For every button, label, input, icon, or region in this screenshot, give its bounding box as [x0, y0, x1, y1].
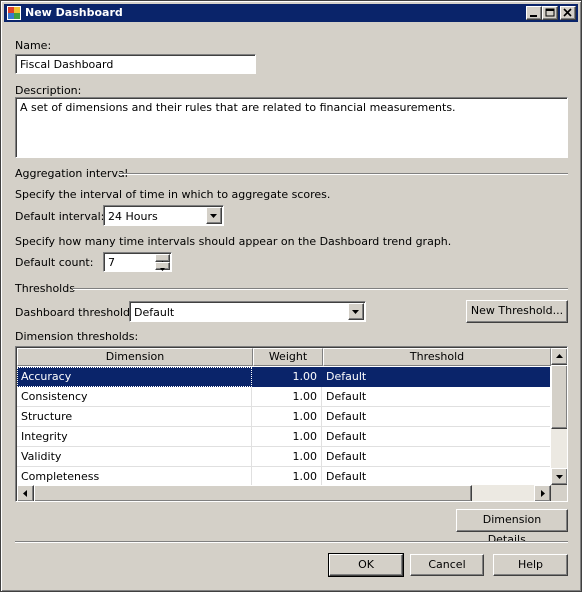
column-header-weight[interactable]: Weight: [253, 348, 323, 366]
interval-hint: Specify the interval of time in which to…: [15, 188, 331, 201]
scroll-right-button[interactable]: [534, 485, 551, 501]
chevron-down-icon: [210, 214, 217, 218]
dashboard-threshold-combo[interactable]: Default: [129, 301, 366, 322]
vertical-scroll-thumb[interactable]: [551, 365, 567, 429]
cell-dimension: Consistency: [17, 387, 252, 407]
dimension-details-button[interactable]: Dimension Details...: [456, 509, 568, 546]
thresholds-divider: [73, 288, 568, 290]
cell-dimension: Integrity: [17, 427, 252, 447]
new-dashboard-dialog: New Dashboard Name: Fiscal Dashboard Des…: [0, 0, 582, 592]
description-field[interactable]: A set of dimensions and their rules that…: [15, 97, 568, 158]
table-row[interactable]: Structure 1.00 Default: [17, 407, 550, 427]
new-threshold-button[interactable]: New Threshold...: [466, 300, 568, 323]
table-row[interactable]: Completeness 1.00 Default: [17, 467, 550, 487]
arrow-down-icon: [160, 268, 165, 271]
count-spinner[interactable]: 7: [103, 252, 172, 272]
aggregation-divider: [119, 173, 568, 175]
table-row[interactable]: Consistency 1.00 Default: [17, 387, 550, 407]
interval-value: 24 Hours: [108, 210, 158, 223]
name-label: Name:: [15, 39, 52, 52]
cell-dimension: Structure: [17, 407, 252, 427]
help-button[interactable]: Help: [493, 554, 568, 576]
chevron-down-icon: [352, 310, 359, 314]
count-label: Default count:: [15, 256, 94, 269]
window-title: New Dashboard: [25, 6, 123, 19]
table-row[interactable]: Accuracy 1.00 Default: [17, 367, 550, 387]
dashboard-threshold-dropdown-button[interactable]: [348, 303, 364, 320]
spin-up-button[interactable]: [155, 254, 170, 264]
description-label: Description:: [15, 84, 82, 97]
cell-weight: 1.00: [252, 367, 322, 387]
ok-button[interactable]: OK: [328, 553, 404, 577]
cancel-button[interactable]: Cancel: [410, 554, 484, 576]
description-value: A set of dimensions and their rules that…: [20, 101, 456, 114]
dimension-thresholds-label: Dimension thresholds:: [15, 330, 139, 343]
table-row[interactable]: Validity 1.00 Default: [17, 447, 550, 467]
cell-weight: 1.00: [252, 387, 322, 407]
bottom-divider: [15, 541, 568, 543]
name-value: Fiscal Dashboard: [20, 58, 114, 71]
grid-body: Dimension Weight Threshold Accuracy 1.00…: [17, 348, 567, 501]
table-row[interactable]: Integrity 1.00 Default: [17, 427, 550, 447]
app-icon: [7, 6, 21, 20]
cell-threshold: Default: [322, 407, 550, 427]
maximize-button[interactable]: [542, 6, 558, 20]
cell-weight: 1.00: [252, 407, 322, 427]
cell-threshold: Default: [322, 367, 550, 387]
cell-threshold: Default: [322, 427, 550, 447]
column-header-dimension[interactable]: Dimension: [17, 348, 253, 366]
cell-threshold: Default: [322, 467, 550, 487]
cell-weight: 1.00: [252, 427, 322, 447]
column-header-threshold[interactable]: Threshold: [323, 348, 551, 366]
close-button[interactable]: [560, 6, 576, 20]
scroll-down-button[interactable]: [551, 468, 567, 485]
dashboard-threshold-value: Default: [134, 306, 175, 319]
spin-down-button[interactable]: [155, 262, 170, 271]
dimension-thresholds-grid[interactable]: Dimension Weight Threshold Accuracy 1.00…: [15, 346, 568, 502]
horizontal-scroll-thumb[interactable]: [34, 485, 472, 501]
scroll-up-button[interactable]: [551, 348, 567, 365]
arrow-right-icon: [541, 490, 545, 497]
scroll-corner: [551, 485, 567, 501]
name-field[interactable]: Fiscal Dashboard: [15, 54, 256, 74]
interval-dropdown-button[interactable]: [206, 207, 222, 224]
cell-dimension: Validity: [17, 447, 252, 467]
count-value: 7: [108, 256, 115, 269]
minimize-button[interactable]: [526, 6, 542, 20]
aggregation-group-label: Aggregation interval: [15, 167, 128, 180]
cell-weight: 1.00: [252, 447, 322, 467]
cell-dimension: Accuracy: [17, 367, 252, 387]
dashboard-threshold-label: Dashboard threshold:: [15, 306, 134, 319]
cell-weight: 1.00: [252, 467, 322, 487]
thresholds-group-label: Thresholds: [15, 282, 75, 295]
arrow-up-icon: [556, 354, 563, 358]
arrow-left-icon: [23, 490, 27, 497]
cell-dimension: Completeness: [17, 467, 252, 487]
title-bar[interactable]: New Dashboard: [4, 4, 578, 22]
scroll-left-button[interactable]: [17, 485, 34, 501]
interval-label: Default interval:: [15, 210, 105, 223]
arrow-down-icon: [556, 475, 563, 479]
count-hint: Specify how many time intervals should a…: [15, 235, 452, 248]
cell-threshold: Default: [322, 387, 550, 407]
interval-combo[interactable]: 24 Hours: [103, 205, 224, 226]
cell-threshold: Default: [322, 447, 550, 467]
